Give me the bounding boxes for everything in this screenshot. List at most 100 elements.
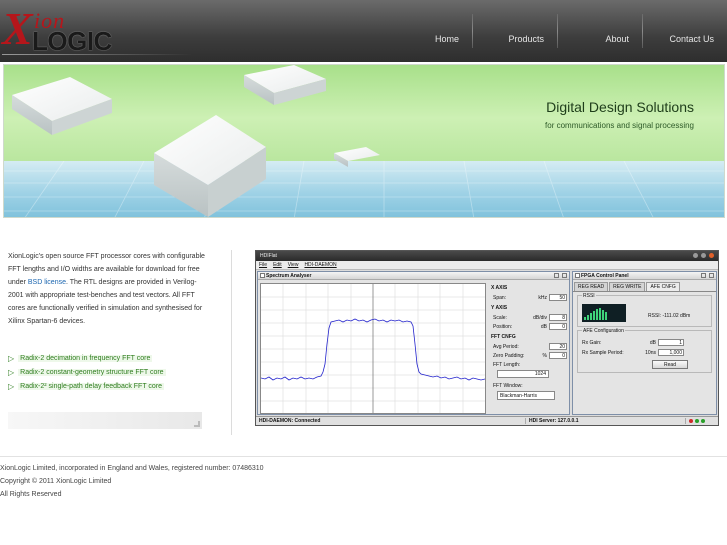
intro-paragraph: XionLogic's open source FFT processor co… — [8, 250, 208, 328]
feature-label: Radix-2² single-path delay feedback FFT … — [18, 382, 165, 390]
fft-window-row: FFT Window: — [489, 381, 569, 390]
fft-length-select[interactable]: 1024 — [497, 370, 549, 378]
nav-about[interactable]: About — [558, 0, 642, 62]
close-icon[interactable] — [709, 273, 714, 278]
close-icon[interactable] — [709, 253, 714, 258]
resizable-box — [8, 412, 202, 429]
menu-view[interactable]: View — [288, 262, 299, 268]
span-input[interactable]: 50 — [549, 294, 567, 301]
fft-length-label: FFT Length: — [493, 361, 521, 368]
maximize-icon[interactable] — [701, 253, 706, 258]
avg-period-row: Avg Period: 20 — [489, 342, 569, 351]
menu-hdi-daemon[interactable]: HDI-DAEMON — [304, 262, 336, 268]
feature-label: Radix-2 constant-geometry structure FFT … — [18, 368, 166, 376]
column-divider — [231, 250, 232, 435]
feature-link-cg[interactable]: ▷ Radix-2 constant-geometry structure FF… — [8, 365, 208, 379]
fft-cnfg-heading: FFT CNFG — [491, 334, 516, 340]
span-label: Span: — [493, 294, 507, 301]
site-header: X ion LOGIC Home Products About Contact … — [0, 0, 727, 62]
position-row: Position: dB 0 — [489, 322, 569, 331]
nav-home[interactable]: Home — [402, 0, 472, 62]
fft-window-select[interactable]: Blackman-Harris — [497, 391, 555, 400]
tab-reg-read[interactable]: REG READ — [574, 282, 609, 291]
window-controls — [693, 253, 714, 258]
status-leds — [686, 419, 705, 423]
zero-padding-label: Zero Padding: — [493, 352, 525, 359]
app-title: HDIFlat — [260, 253, 277, 259]
logo-underline — [2, 54, 192, 55]
feature-label: Radix-2 decimation in frequency FFT core — [18, 354, 153, 362]
avg-period-input[interactable]: 20 — [549, 343, 567, 350]
fpga-control-panel: FPGA Control Panel REG READ REG WRITE AF… — [572, 271, 717, 415]
afe-config-group: AFE Configuration Rx Gain: dB 1 Rx Sampl… — [577, 328, 712, 373]
scale-unit: dB/div — [533, 314, 547, 321]
tab-afe-cnfg[interactable]: AFE CNFG — [646, 282, 680, 291]
footer-rights: All Rights Reserved — [0, 491, 62, 498]
rx-gain-unit: dB — [649, 339, 656, 346]
rx-period-input[interactable]: 1,000 — [658, 349, 684, 356]
chevron-right-icon: ▷ — [8, 353, 15, 363]
nav-products[interactable]: Products — [473, 0, 557, 62]
rx-gain-input[interactable]: 1 — [658, 339, 684, 346]
position-input[interactable]: 0 — [549, 323, 567, 330]
bsd-license-link[interactable]: BSD license — [28, 279, 66, 286]
scale-input[interactable]: 8 — [549, 314, 567, 321]
status-led-green — [701, 419, 705, 423]
hero-banner: Digital Design Solutions for communicati… — [3, 64, 725, 218]
footer-copyright: Copyright © 2011 XionLogic Limited — [0, 478, 112, 485]
rx-period-unit: 10ns — [645, 349, 656, 356]
close-icon[interactable] — [562, 273, 567, 278]
span-row: Span: kHz 50 — [489, 293, 569, 302]
main-nav: Home Products About Contact Us — [402, 0, 727, 62]
banner-cubes-art — [12, 65, 380, 217]
position-unit: dB — [540, 323, 547, 330]
panel-controls — [701, 273, 714, 278]
resize-grip-icon[interactable] — [194, 421, 200, 427]
detach-icon[interactable] — [701, 273, 706, 278]
app-menubar: File Edit View HDI-DAEMON — [256, 261, 718, 270]
logo-x: X — [2, 3, 33, 54]
status-led-red — [689, 419, 693, 423]
read-button[interactable]: Read — [652, 360, 688, 369]
xionlogic-logo[interactable]: X ion LOGIC — [2, 3, 202, 56]
feature-link-dif[interactable]: ▷ Radix-2 decimation in frequency FFT co… — [8, 351, 208, 365]
panel-checkbox[interactable] — [575, 273, 580, 278]
rssi-group: RSSI RSSI: -111.02 dBm — [577, 293, 712, 327]
menu-edit[interactable]: Edit — [273, 262, 282, 268]
afe-group-title: AFE Configuration — [582, 328, 625, 334]
hdi-app-screenshot: HDIFlat File Edit View HDI-DAEMON Spectr… — [255, 250, 719, 426]
rx-gain-label: Rx Gain: — [582, 339, 602, 346]
app-statusbar: HDI-DAEMON: Connected HDI Server: 127.0.… — [256, 416, 718, 425]
footer-registration: XionLogic Limited, incorporated in Engla… — [0, 465, 264, 472]
span-unit: kHz — [538, 294, 547, 301]
scale-row: Scale: dB/div 8 — [489, 313, 569, 322]
rx-gain-row: Rx Gain: dB 1 — [582, 338, 707, 347]
logo-logic: LOGIC — [32, 26, 112, 56]
daemon-status: HDI-DAEMON: Connected — [256, 418, 526, 424]
spectrum-panel-title: Spectrum Analyser — [266, 272, 312, 279]
server-status: HDI Server: 127.0.0.1 — [526, 418, 686, 424]
avg-period-label: Avg Period: — [493, 343, 519, 350]
menu-file[interactable]: File — [259, 262, 267, 268]
chevron-right-icon: ▷ — [8, 367, 15, 377]
fpga-panel-header: FPGA Control Panel — [573, 272, 716, 280]
rssi-value: RSSI: -111.02 dBm — [648, 313, 691, 319]
site-footer: XionLogic Limited, incorporated in Engla… — [0, 462, 264, 501]
fpga-tabs: REG READ REG WRITE AFE CNFG — [573, 280, 716, 292]
zero-padding-input[interactable]: 0 — [549, 352, 567, 359]
scale-label: Scale: — [493, 314, 507, 321]
detach-icon[interactable] — [554, 273, 559, 278]
banner-title: Digital Design Solutions — [546, 99, 694, 115]
nav-contact[interactable]: Contact Us — [643, 0, 727, 62]
panel-checkbox[interactable] — [260, 273, 265, 278]
app-titlebar: HDIFlat — [256, 251, 718, 261]
fft-length-row: FFT Length: — [489, 360, 569, 369]
minimize-icon[interactable] — [693, 253, 698, 258]
spectrum-settings: X AXIS Span: kHz 50 Y AXIS Scale: dB/div… — [489, 282, 569, 400]
spectrum-trace-art — [260, 284, 486, 413]
chevron-right-icon: ▷ — [8, 381, 15, 391]
feature-link-sdf[interactable]: ▷ Radix-2² single-path delay feedback FF… — [8, 379, 208, 393]
feature-list: ▷ Radix-2 decimation in frequency FFT co… — [8, 351, 208, 393]
tab-reg-write[interactable]: REG WRITE — [609, 282, 646, 291]
fft-window-label: FFT Window: — [493, 382, 523, 389]
